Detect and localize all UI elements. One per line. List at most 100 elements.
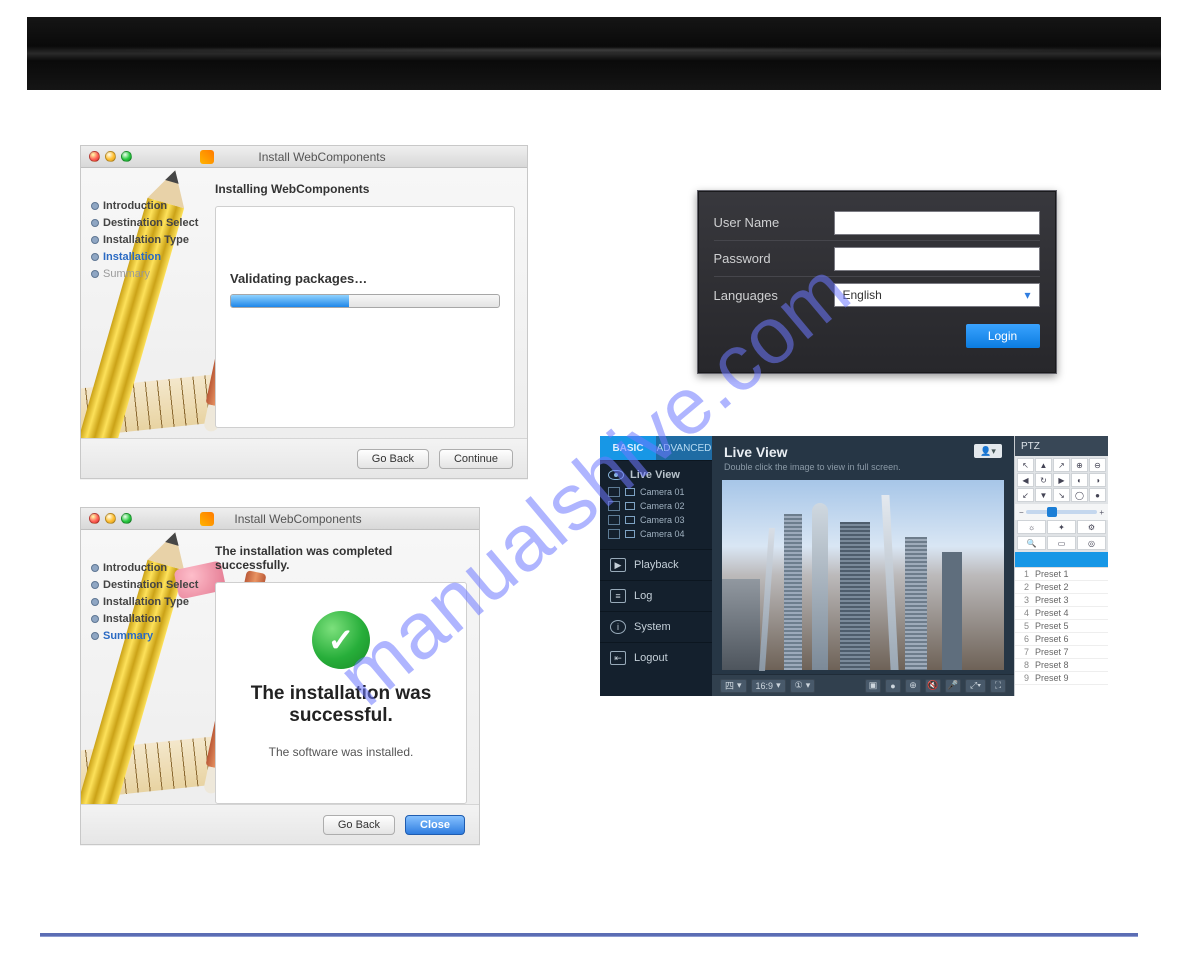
continue-button[interactable]: Continue bbox=[439, 449, 513, 469]
preset-item[interactable]: 2Preset 2 bbox=[1015, 581, 1108, 594]
ptz-up[interactable]: ▲ bbox=[1035, 458, 1052, 472]
zoom-button[interactable]: ⊕ bbox=[905, 679, 921, 693]
go-back-button[interactable]: Go Back bbox=[323, 815, 395, 835]
layout-select[interactable]: 四▾ bbox=[720, 679, 747, 693]
nav-system[interactable]: iSystem bbox=[600, 611, 712, 642]
ptz-title: PTZ bbox=[1015, 436, 1108, 456]
go-back-button[interactable]: Go Back bbox=[357, 449, 429, 469]
camera-item[interactable]: Camera 01 bbox=[606, 485, 706, 499]
ptz-down-right[interactable]: ↘ bbox=[1053, 488, 1070, 502]
installer-titlebar: Install WebComponents bbox=[81, 508, 479, 530]
ptz-down-left[interactable]: ↙ bbox=[1017, 488, 1034, 502]
step-type: Installation Type bbox=[91, 596, 215, 608]
ptz-speed-slider[interactable]: − + bbox=[1015, 504, 1108, 520]
ptz-iris-open[interactable]: ◯ bbox=[1071, 488, 1088, 502]
eye-icon bbox=[608, 470, 624, 480]
ptz-light-button[interactable]: ☼ bbox=[1017, 520, 1046, 534]
preset-item[interactable]: 7Preset 7 bbox=[1015, 646, 1108, 659]
installer-step-list: Introduction Destination Select Installa… bbox=[81, 530, 215, 804]
audio-button[interactable]: 🔇 bbox=[925, 679, 941, 693]
step-introduction: Introduction bbox=[91, 200, 215, 212]
login-row-language: Languages English ▾ bbox=[714, 277, 1040, 313]
step-installation: Installation bbox=[91, 251, 215, 263]
preset-item[interactable]: 9Preset 9 bbox=[1015, 672, 1108, 685]
password-input[interactable] bbox=[834, 247, 1040, 271]
nav-playback[interactable]: ▶Playback bbox=[600, 549, 712, 580]
close-button[interactable]: Close bbox=[405, 815, 465, 835]
preset-item[interactable]: 5Preset 5 bbox=[1015, 620, 1108, 633]
ptz-iris-close[interactable]: ● bbox=[1089, 488, 1106, 502]
preset-item[interactable]: 3Preset 3 bbox=[1015, 594, 1108, 607]
camera-item[interactable]: Camera 03 bbox=[606, 513, 706, 527]
ptz-wiper-button[interactable]: ✦ bbox=[1047, 520, 1076, 534]
ptz-zoom-out[interactable]: ⊖ bbox=[1089, 458, 1106, 472]
username-input[interactable] bbox=[834, 211, 1040, 235]
language-select[interactable]: English ▾ bbox=[834, 283, 1040, 307]
installer-dialog-success: Install WebComponents Introduction Desti… bbox=[80, 507, 480, 845]
preset-item[interactable]: 8Preset 8 bbox=[1015, 659, 1108, 672]
ptz-left[interactable]: ◀ bbox=[1017, 473, 1034, 487]
right-column: User Name Password Languages English ▾ L… bbox=[600, 145, 1153, 845]
step-destination: Destination Select bbox=[91, 217, 215, 229]
close-icon[interactable] bbox=[89, 513, 100, 524]
preset-item[interactable]: 4Preset 4 bbox=[1015, 607, 1108, 620]
record-button[interactable]: ● bbox=[885, 679, 901, 693]
ptz-aux-button[interactable]: ⚙ bbox=[1077, 520, 1106, 534]
step-type: Installation Type bbox=[91, 234, 215, 246]
preset-item[interactable]: 6Preset 6 bbox=[1015, 633, 1108, 646]
ptz-focus-out[interactable]: ◑ bbox=[1089, 473, 1106, 487]
video-view[interactable] bbox=[722, 480, 1004, 670]
aspect-select[interactable]: 16:9▾ bbox=[751, 679, 786, 693]
camera-icon bbox=[625, 488, 635, 496]
installer-step-list: Introduction Destination Select Installa… bbox=[81, 168, 215, 438]
ptz-down[interactable]: ▼ bbox=[1035, 488, 1052, 502]
more-select[interactable]: ⤢▾ bbox=[965, 679, 986, 693]
tab-basic[interactable]: BASIC bbox=[600, 436, 656, 460]
ptz-zoom-in[interactable]: ⊕ bbox=[1071, 458, 1088, 472]
preset-tab-header[interactable] bbox=[1015, 552, 1108, 567]
ptz-search-button[interactable]: 🔍 bbox=[1017, 536, 1046, 550]
mic-button[interactable]: 🎤 bbox=[945, 679, 961, 693]
ptz-right[interactable]: ▶ bbox=[1053, 473, 1070, 487]
left-column: Install WebComponents Introduction Desti… bbox=[80, 145, 530, 845]
ptz-center-button[interactable]: ◎ bbox=[1077, 536, 1106, 550]
login-row-password: Password bbox=[714, 241, 1040, 277]
step-introduction: Introduction bbox=[91, 562, 215, 574]
ptz-up-right[interactable]: ↗ bbox=[1053, 458, 1070, 472]
nav-live-view[interactable]: Live View bbox=[600, 465, 712, 485]
page-title: Live View bbox=[724, 444, 901, 460]
tab-advanced[interactable]: ADVANCED bbox=[656, 436, 712, 460]
ptz-3d-button[interactable]: ▭ bbox=[1047, 536, 1076, 550]
camera-list: Camera 01 Camera 02 Camera 03 Camera 04 bbox=[600, 485, 712, 545]
language-value: English bbox=[843, 288, 882, 302]
nav-log[interactable]: ≡Log bbox=[600, 580, 712, 611]
ptz-auto[interactable]: ↻ bbox=[1035, 473, 1052, 487]
user-menu-button[interactable]: 👤▾ bbox=[974, 444, 1002, 458]
ptz-up-left[interactable]: ↖ bbox=[1017, 458, 1034, 472]
fullscreen-button[interactable]: ⛶ bbox=[990, 679, 1006, 693]
camera-item[interactable]: Camera 02 bbox=[606, 499, 706, 513]
logout-icon: ⇤ bbox=[610, 651, 626, 665]
nav-logout[interactable]: ⇤Logout bbox=[600, 642, 712, 673]
label-language: Languages bbox=[714, 288, 834, 303]
minimize-icon[interactable] bbox=[105, 513, 116, 524]
installer-dialog-progress: Install WebComponents Introduction Desti… bbox=[80, 145, 528, 479]
minimize-icon[interactable] bbox=[105, 151, 116, 162]
user-icon: 👤▾ bbox=[980, 446, 996, 457]
log-icon: ≡ bbox=[610, 589, 626, 603]
installer-heading: The installation was completed successfu… bbox=[215, 544, 467, 572]
label-username: User Name bbox=[714, 215, 834, 230]
camera-item[interactable]: Camera 04 bbox=[606, 527, 706, 541]
login-button[interactable]: Login bbox=[966, 324, 1040, 348]
success-title: The installation was successful. bbox=[230, 683, 452, 727]
ptz-focus-in[interactable]: ◐ bbox=[1071, 473, 1088, 487]
preset-item[interactable]: 1Preset 1 bbox=[1015, 568, 1108, 581]
label-password: Password bbox=[714, 251, 834, 266]
step-summary: Summary bbox=[91, 268, 215, 280]
snapshot-button[interactable]: ▣ bbox=[865, 679, 881, 693]
video-toolbar: 四▾ 16:9▾ ①▾ ▣ ● ⊕ 🔇 🎤 ⤢▾ ⛶ bbox=[712, 674, 1014, 696]
close-icon[interactable] bbox=[89, 151, 100, 162]
stream-select[interactable]: ①▾ bbox=[790, 679, 816, 693]
success-subtext: The software was installed. bbox=[230, 745, 452, 759]
progress-bar bbox=[230, 294, 500, 308]
